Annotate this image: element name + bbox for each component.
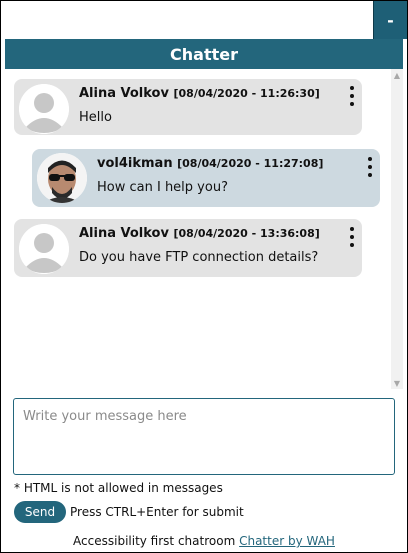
message-input[interactable] [13,398,395,475]
default-avatar-icon [19,84,69,134]
message-timestamp: [08/04/2020 - 13:36:08] [173,227,320,240]
message-timestamp: [08/04/2020 - 11:27:08] [177,157,324,170]
message-text: How can I help you? [97,180,228,195]
default-avatar-icon [19,224,69,274]
chat-window: - Chatter Alina Volkov [08/04/2020 - 11:… [0,0,408,553]
html-warning-note: * HTML is not allowed in messages [14,481,223,495]
scroll-up-icon[interactable]: ▲ [391,69,403,81]
message-item: vol4ikman [08/04/2020 - 11:27:08] How ca… [32,149,380,207]
message-text: Hello [79,110,112,125]
submit-hint: Press CTRL+Enter for submit [70,505,244,519]
footer-text: Accessibility first chatroom [73,534,236,548]
message-item: Alina Volkov [08/04/2020 - 13:36:08] Do … [14,219,362,277]
message-scrollbar[interactable]: ▲ ▼ [391,69,403,389]
chat-title: Chatter [170,44,238,64]
message-author: vol4ikman [97,156,173,171]
message-menu-icon[interactable] [346,227,358,247]
message-header: Alina Volkov [08/04/2020 - 13:36:08] [79,226,320,241]
footer-link[interactable]: Chatter by WAH [239,534,335,548]
message-menu-icon[interactable] [346,86,358,106]
message-author: Alina Volkov [79,226,169,241]
minimize-icon: - [387,10,394,30]
chat-header: Chatter [5,39,403,69]
send-button[interactable]: Send [14,501,66,523]
message-menu-icon[interactable] [364,157,376,177]
message-header: Alina Volkov [08/04/2020 - 11:26:30] [79,86,320,101]
message-author: Alina Volkov [79,86,169,101]
user-photo-avatar [37,153,87,203]
message-item: Alina Volkov [08/04/2020 - 11:26:30] Hel… [14,79,362,135]
minimize-button[interactable]: - [373,1,407,39]
scroll-down-icon[interactable]: ▼ [391,377,403,389]
message-header: vol4ikman [08/04/2020 - 11:27:08] [97,156,323,171]
message-list[interactable]: Alina Volkov [08/04/2020 - 11:26:30] Hel… [5,69,391,389]
message-timestamp: [08/04/2020 - 11:26:30] [173,87,320,100]
footer: Accessibility first chatroom Chatter by … [1,534,407,548]
message-text: Do you have FTP connection details? [79,250,319,265]
